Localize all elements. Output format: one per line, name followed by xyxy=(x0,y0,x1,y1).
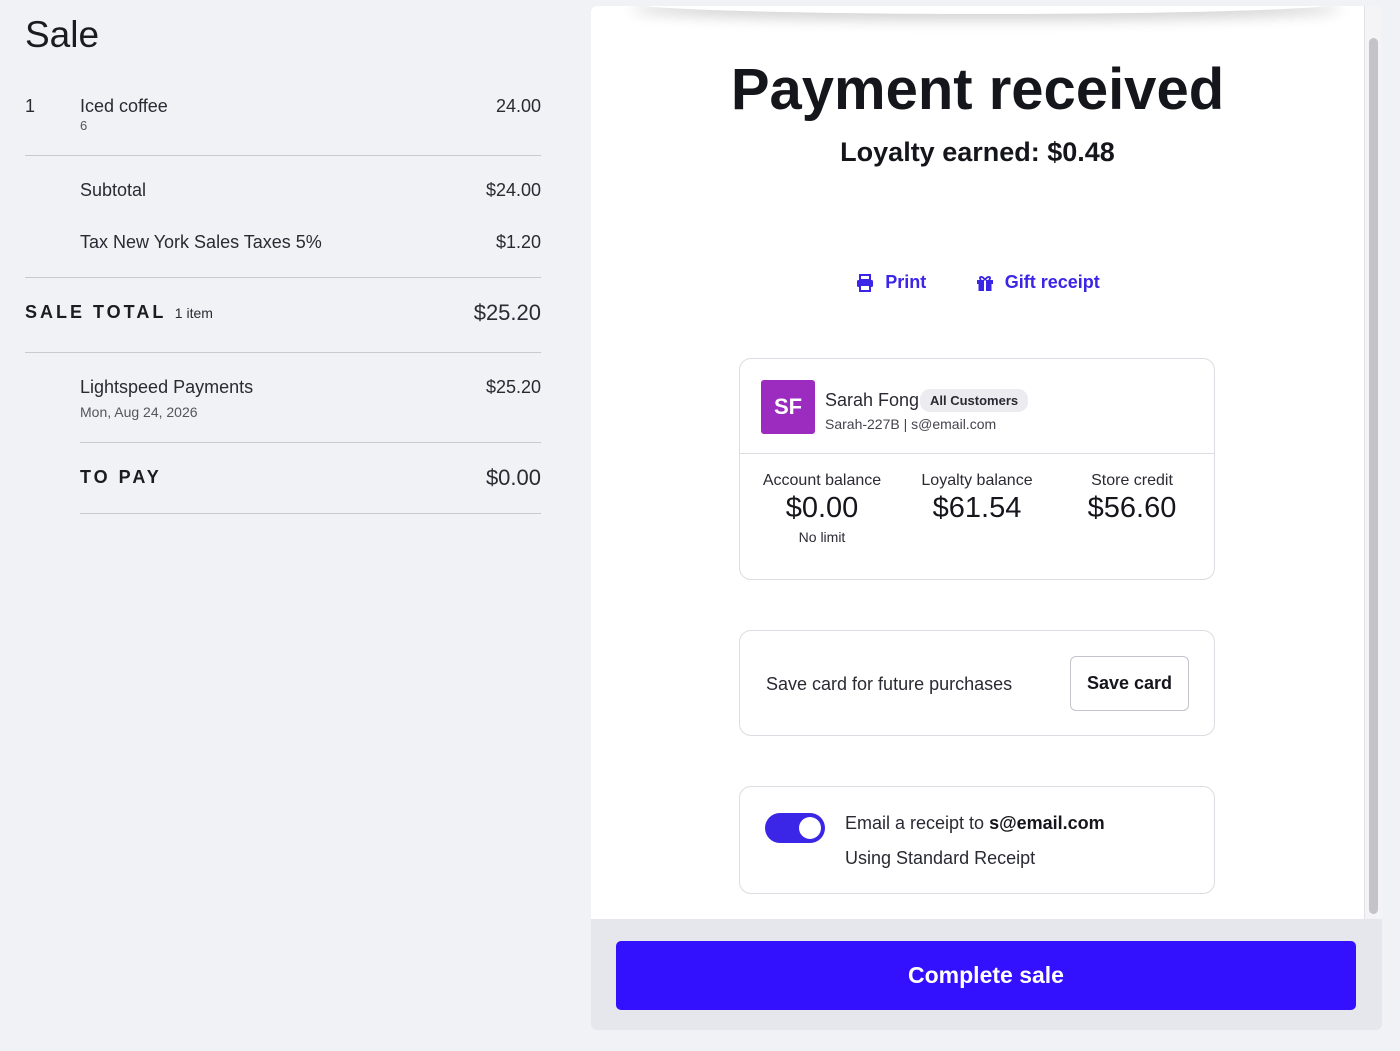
customer-name: Sarah Fong xyxy=(825,390,920,410)
email-receipt-toggle[interactable] xyxy=(765,813,825,843)
toggle-knob xyxy=(799,817,821,839)
payment-amount: $25.20 xyxy=(485,377,541,397)
payment-panel-content: Payment received Loyalty earned: $0.48 P… xyxy=(591,6,1382,919)
payment-row[interactable]: Lightspeed Payments Mon, Aug 24, 2026 $2… xyxy=(80,377,541,420)
sale-total-row: SALE TOTAL 1 item $25.20 xyxy=(25,300,541,325)
payment-date: Mon, Aug 24, 2026 xyxy=(80,404,198,420)
to-pay-value: $0.00 xyxy=(485,465,541,490)
line-item-qty: 1 xyxy=(25,96,36,116)
sale-title: Sale xyxy=(25,14,100,55)
page-title: Payment received xyxy=(730,57,1225,122)
account-balance-note: No limit xyxy=(798,529,846,545)
account-balance-value: $0.00 xyxy=(785,492,859,524)
customer-group-badge: All Customers xyxy=(920,389,1029,412)
email-receipt-prefix: Email a receipt to xyxy=(845,813,990,833)
divider xyxy=(80,513,541,514)
customer-meta: Sarah-227B | s@email.com xyxy=(825,416,997,432)
save-card-button[interactable]: Save card xyxy=(1070,656,1189,711)
subtotal-value: $24.00 xyxy=(485,180,541,200)
store-credit-label: Store credit xyxy=(1091,472,1173,489)
customer-header[interactable]: SF Sarah Fong All Customers Sarah-227B |… xyxy=(740,359,1214,454)
divider xyxy=(80,442,541,443)
subtotal-label: Subtotal xyxy=(80,180,147,200)
sale-summary: Sale 1 Iced coffee 6 24.00 Subtotal $24.… xyxy=(0,0,570,1051)
payment-panel: Payment received Loyalty earned: $0.48 P… xyxy=(591,6,1382,1030)
to-pay-row: TO PAY $0.00 xyxy=(80,465,541,490)
email-receipt-panel: Email a receipt to s@email.com Using Sta… xyxy=(739,786,1215,894)
print-link[interactable]: Print xyxy=(855,272,926,293)
save-card-text: Save card for future purchases xyxy=(766,674,1013,694)
save-card-panel: Save card for future purchases Save card xyxy=(739,630,1215,736)
email-receipt-template: Using Standard Receipt xyxy=(845,848,1036,868)
account-balance-label: Account balance xyxy=(762,472,882,489)
subtotal-row: Subtotal $24.00 xyxy=(80,180,541,201)
line-item-price: 24.00 xyxy=(495,96,541,116)
divider xyxy=(25,352,541,353)
sale-total-label: SALE TOTAL xyxy=(25,302,167,322)
email-receipt-text: Email a receipt to s@email.com xyxy=(845,813,1105,834)
line-item[interactable]: 1 Iced coffee 6 24.00 xyxy=(25,94,541,156)
email-receipt-address: s@email.com xyxy=(989,813,1105,833)
scrollbar[interactable] xyxy=(1364,6,1382,919)
tax-row: Tax New York Sales Taxes 5% $1.20 xyxy=(80,232,541,253)
payment-method: Lightspeed Payments xyxy=(80,377,254,397)
account-balance: Account balance $0.00 No limit xyxy=(747,472,897,545)
print-label: Print xyxy=(885,272,927,292)
gift-receipt-link[interactable]: Gift receipt xyxy=(975,272,1100,293)
loyalty-earned: Loyalty earned: $0.48 xyxy=(840,137,1115,167)
top-shadow xyxy=(631,6,1341,14)
tax-value: $1.20 xyxy=(495,232,541,252)
line-item-name: Iced coffee xyxy=(80,96,168,116)
line-item-subtext: 6 xyxy=(80,118,88,133)
to-pay-label: TO PAY xyxy=(80,467,162,487)
receipt-actions: Print Gift receipt xyxy=(591,272,1364,298)
avatar: SF xyxy=(761,380,815,434)
loyalty-balance: Loyalty balance $61.54 xyxy=(902,472,1052,525)
sale-total-value: $25.20 xyxy=(473,300,541,325)
scrollbar-thumb[interactable] xyxy=(1369,38,1378,914)
gift-receipt-label: Gift receipt xyxy=(1004,272,1100,292)
sale-total-items: 1 item xyxy=(174,305,213,321)
store-credit-value: $56.60 xyxy=(1087,492,1177,524)
printer-icon xyxy=(857,273,874,292)
divider xyxy=(25,277,541,278)
customer-card: SF Sarah Fong All Customers Sarah-227B |… xyxy=(739,358,1215,580)
gift-icon xyxy=(976,275,993,291)
complete-sale-button[interactable]: Complete sale xyxy=(616,941,1356,1010)
store-credit: Store credit $56.60 xyxy=(1057,472,1207,525)
loyalty-balance-value: $61.54 xyxy=(932,492,1022,524)
loyalty-balance-label: Loyalty balance xyxy=(921,472,1033,489)
tax-label: Tax New York Sales Taxes 5% xyxy=(80,232,322,252)
